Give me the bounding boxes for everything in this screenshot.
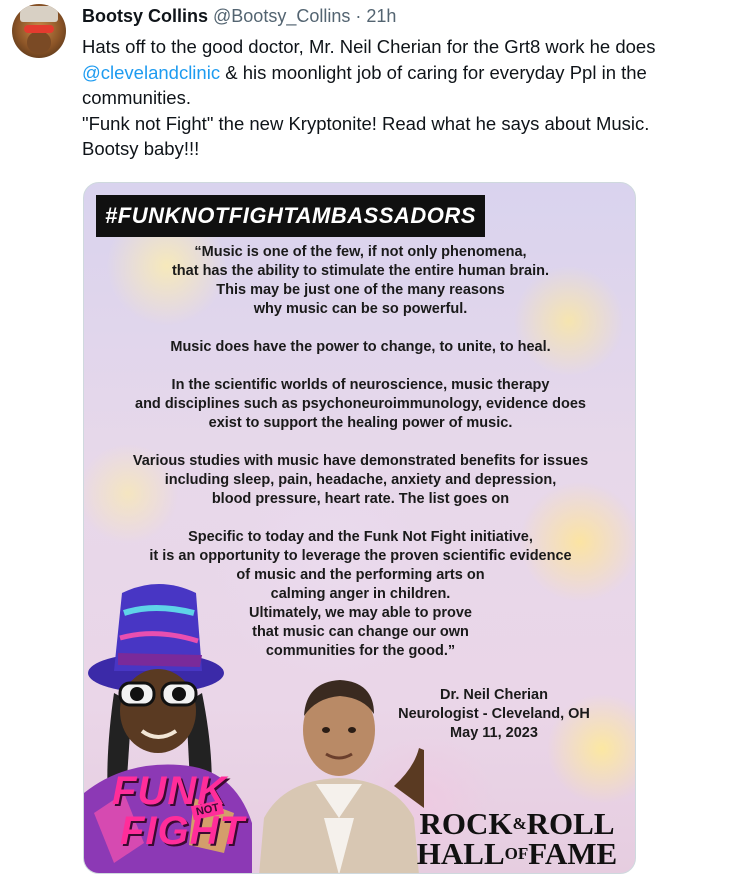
hashtag-banner: #FUNKNOTFIGHTAMBASSADORS (96, 195, 485, 237)
quote-paragraph: “Music is one of the few, if not only ph… (84, 243, 635, 319)
mention-link[interactable]: @clevelandclinic (82, 62, 220, 83)
quote-line: including sleep, pain, headache, anxiety… (164, 472, 557, 488)
avatar-hat (20, 6, 58, 22)
tweet-line: @clevelandclinic & his moonlight job of … (82, 60, 742, 86)
tweet-text: Hats off to the good doctor, Mr. Neil Ch… (82, 34, 742, 162)
doctor-photo (259, 680, 424, 873)
author-avatar[interactable] (12, 4, 66, 58)
quote-paragraph: Various studies with music have demonstr… (84, 452, 635, 509)
quote-line: why music can be so powerful. (253, 301, 468, 317)
quote-paragraph: Music does have the power to change, to … (84, 338, 635, 357)
tweet-media-image[interactable]: #FUNKNOTFIGHTAMBASSADORS “Music is one o… (83, 182, 636, 874)
quote-line: “Music is one of the few, if not only ph… (194, 244, 527, 260)
quote-line: Specific to today and the Funk Not Fight… (188, 529, 533, 545)
funk-not-fight-logo: FUNK NOT FIGHT (112, 769, 260, 863)
rrhof-line-1: ROCK&ROLL (406, 808, 628, 839)
rock-hall-logo: ROCK&ROLL HALLOFFAME (406, 808, 628, 871)
quote-line: it is an opportunity to leverage the pro… (149, 548, 572, 564)
rrhof-amp: & (512, 814, 527, 833)
tweet-line: Bootsy baby!!! (82, 138, 200, 159)
avatar-face (27, 31, 51, 53)
author-display-name[interactable]: Bootsy Collins (82, 6, 208, 27)
quote-line: exist to support the healing power of mu… (208, 415, 513, 431)
tweet-line: communities. (82, 87, 191, 108)
rrhof-of: OF (504, 844, 529, 863)
quote-line: blood pressure, heart rate. The list goe… (211, 491, 510, 507)
rrhof-hall: HALL (416, 836, 505, 871)
tweet-timestamp[interactable]: 21h (366, 6, 396, 27)
rrhof-fame: FAME (528, 836, 618, 871)
quote-line: This may be just one of the many reasons (216, 282, 505, 298)
quote-line: In the scientific worlds of neuroscience… (171, 377, 550, 393)
tweet-header: Bootsy Collins @Bootsy_Collins · 21h (82, 6, 396, 28)
quote-paragraph: In the scientific worlds of neuroscience… (84, 376, 635, 433)
header-separator: · (355, 6, 362, 26)
tweet-line: "Funk not Fight" the new Kryptonite! Rea… (82, 112, 650, 134)
rrhof-line-2: HALLOFFAME (406, 836, 628, 871)
author-handle[interactable]: @Bootsy_Collins (213, 6, 350, 27)
quote-line: that has the ability to stimulate the en… (171, 263, 550, 279)
quote-line: and disciplines such as psychoneuroimmun… (135, 396, 586, 412)
quote-line: Various studies with music have demonstr… (132, 453, 589, 469)
avatar-glasses (24, 25, 54, 33)
quote-line: Music does have the power to change, to … (170, 339, 551, 355)
tweet-line-rest: & his moonlight job of caring for everyd… (220, 61, 647, 83)
tweet-line: Hats off to the good doctor, Mr. Neil Ch… (82, 36, 656, 57)
funk-logo-word: FIGHT (120, 809, 245, 853)
